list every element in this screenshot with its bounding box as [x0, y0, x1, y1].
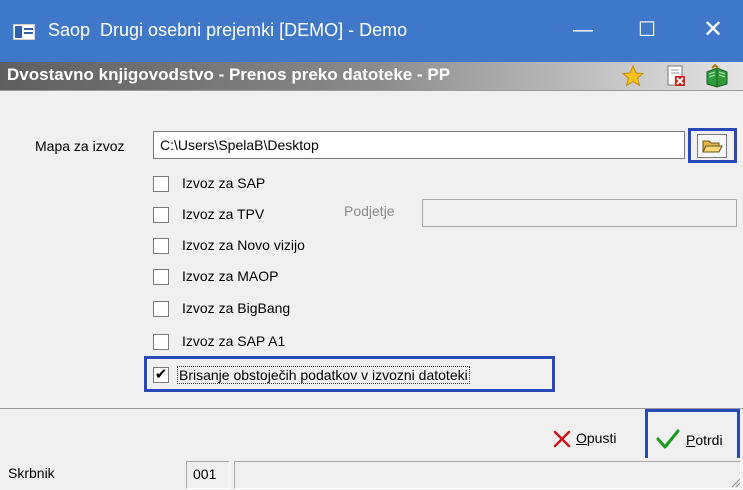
maximize-button[interactable]: ☐ — [624, 10, 670, 50]
export-folder-input[interactable]: C:\Users\SpelaB\Desktop — [153, 131, 685, 159]
checkbox[interactable] — [153, 238, 169, 254]
status-user: Skrbnik — [8, 465, 55, 481]
cancel-label: pusti — [586, 430, 617, 446]
podjetje-label: Podjetje — [344, 203, 395, 219]
checkbox-label: Izvoz za SAP A1 — [182, 333, 286, 349]
cancel-x-icon — [553, 430, 571, 448]
checkbox-label: Izvoz za Novo vizijo — [182, 237, 305, 253]
status-message — [234, 461, 741, 489]
form-title: Dvostavno knjigovodstvo - Prenos preko d… — [7, 65, 451, 84]
browse-folder-button[interactable] — [688, 128, 737, 163]
confirm-label: otrdi — [695, 432, 723, 448]
form-header: Dvostavno knjigovodstvo - Prenos preko d… — [0, 62, 743, 90]
resize-grip-icon[interactable] — [729, 476, 741, 488]
checkbox-checked[interactable]: ✔ — [153, 367, 169, 383]
checkbox[interactable] — [153, 301, 169, 317]
checkbox[interactable] — [153, 269, 169, 285]
status-code: 001 — [186, 461, 230, 489]
book-exit-icon[interactable] — [704, 63, 728, 88]
checkbox-label: Izvoz za MAOP — [182, 268, 279, 284]
star-icon[interactable] — [621, 64, 645, 88]
window-titlebar: Saop Drugi osebni prejemki [DEMO] - Demo… — [0, 0, 743, 62]
folder-label: Mapa za izvoz — [35, 138, 125, 154]
podjetje-input[interactable] — [422, 199, 737, 227]
confirm-button[interactable]: Potrdi — [645, 409, 740, 464]
confirm-accel: P — [686, 432, 696, 448]
form-content: Mapa za izvoz C:\Users\SpelaB\Desktop Iz… — [0, 90, 743, 408]
checkbox[interactable] — [153, 334, 169, 350]
document-delete-icon[interactable] — [664, 64, 688, 88]
minimize-button[interactable]: — — [560, 10, 606, 50]
status-bar: Skrbnik 001 — [0, 458, 743, 490]
close-button[interactable]: ✕ — [690, 10, 736, 50]
checkbox[interactable] — [153, 207, 169, 223]
checkbox[interactable] — [153, 176, 169, 192]
checkmark-icon — [656, 429, 680, 449]
checkbox-label: Brisanje obstoječih podatkov v izvozni d… — [177, 366, 470, 384]
folder-open-icon — [697, 134, 727, 158]
window-title: Saop Drugi osebni prejemki [DEMO] - Demo — [48, 20, 408, 40]
checkbox-label: Izvoz za TPV — [182, 206, 265, 222]
checkbox-label: Izvoz za SAP — [182, 175, 266, 191]
cancel-accel: O — [576, 430, 587, 446]
checkbox-label: Izvoz za BigBang — [182, 300, 291, 316]
cancel-button[interactable]: Opusti — [548, 425, 638, 451]
app-icon — [13, 24, 35, 40]
